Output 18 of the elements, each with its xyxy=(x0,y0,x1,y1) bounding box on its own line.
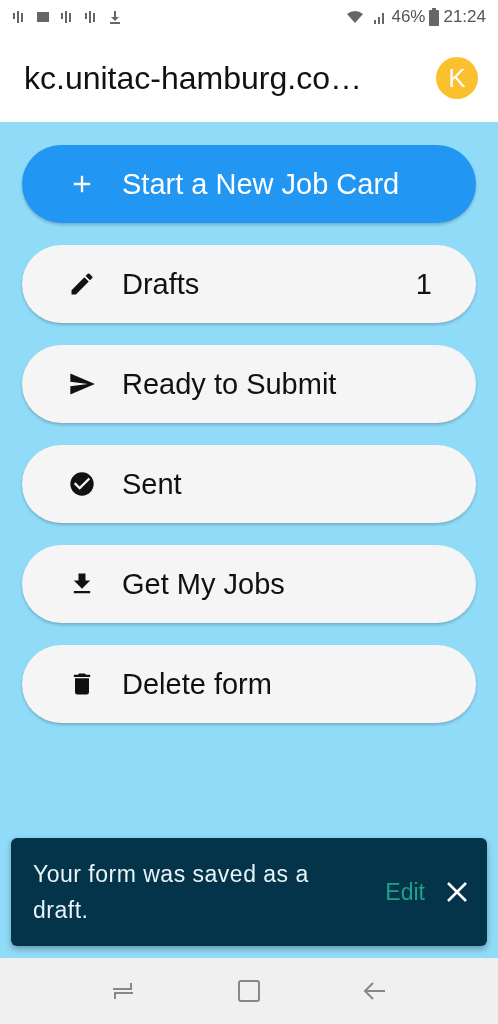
menu-button[interactable]: Delete form xyxy=(22,645,476,723)
voicemail-icon xyxy=(84,10,98,24)
snackbar-message: Your form was saved as a draft. xyxy=(33,860,310,925)
menu-button[interactable]: Drafts 1 xyxy=(22,245,476,323)
page-title: kc.unitac-hamburg.co… xyxy=(24,59,363,97)
menu-button[interactable]: Get My Jobs xyxy=(22,545,476,623)
clock: 21:24 xyxy=(443,7,486,27)
image-icon xyxy=(36,10,50,24)
edit-link[interactable]: Edit xyxy=(385,878,425,906)
close-icon[interactable] xyxy=(445,880,469,904)
battery-icon xyxy=(429,8,440,26)
voicemail-icon xyxy=(60,10,74,24)
menu-button[interactable]: Sent xyxy=(22,445,476,523)
menu-button[interactable]: Ready to Submit xyxy=(22,345,476,423)
download-icon xyxy=(108,10,122,24)
home-icon[interactable] xyxy=(235,977,263,1005)
battery-percent: 46% xyxy=(391,7,426,27)
voicemail-icon xyxy=(12,10,26,24)
